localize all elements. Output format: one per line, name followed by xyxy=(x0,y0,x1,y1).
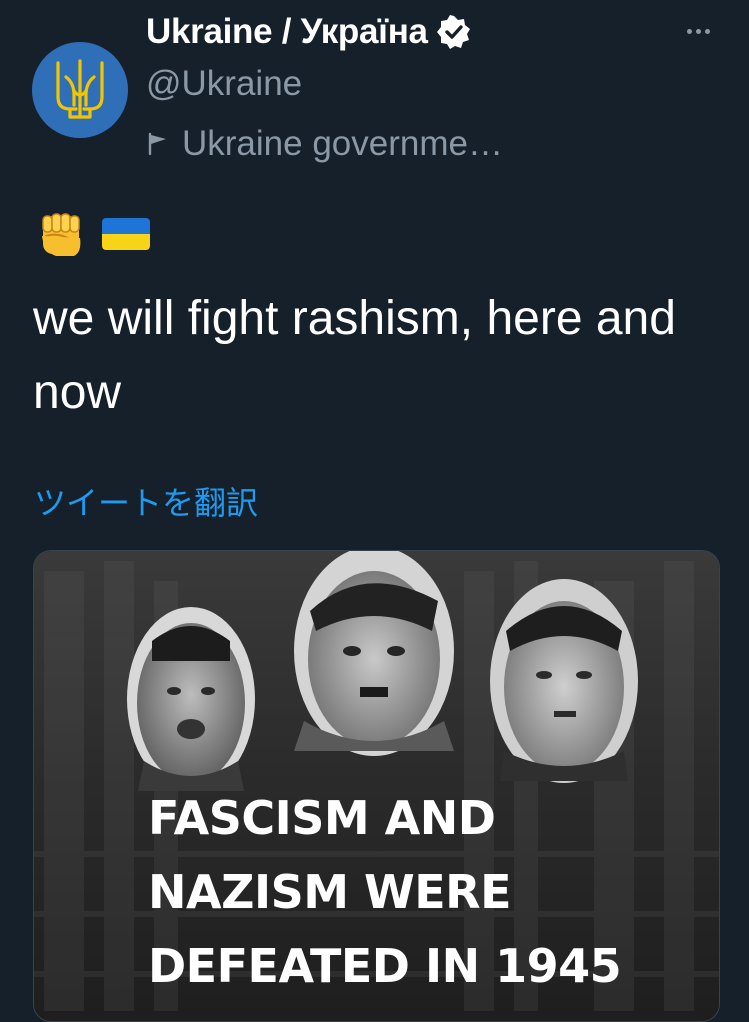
more-dot-icon xyxy=(695,28,701,34)
caption-line: FASCISM AND xyxy=(148,791,496,845)
tweet-text: we will fight rashism, here and now xyxy=(33,292,676,419)
government-account-label[interactable]: Ukraine governme… xyxy=(146,124,503,164)
tweet: Ukraine / Україна @Ukraine Ukraine gover… xyxy=(0,0,749,1022)
fist-emoji xyxy=(42,213,81,256)
avatar[interactable] xyxy=(32,42,128,138)
more-options-button[interactable] xyxy=(680,20,716,42)
translate-tweet-link[interactable]: ツイートを翻訳 xyxy=(34,478,258,524)
caption-line: DEFEATED IN 1945 xyxy=(148,939,622,993)
flag-blue-stripe xyxy=(102,218,150,234)
flag-yellow-stripe xyxy=(102,234,150,250)
more-dot-icon xyxy=(686,28,692,34)
trident-coat-of-arms-icon xyxy=(56,59,104,119)
flag-icon xyxy=(148,132,166,156)
emoji-row xyxy=(34,206,150,262)
government-label-text: Ukraine governme… xyxy=(182,124,503,163)
account-handle[interactable]: @Ukraine xyxy=(146,64,302,104)
ukraine-flag-emoji xyxy=(102,218,150,250)
display-name[interactable]: Ukraine / Україна xyxy=(146,12,428,52)
caption-line: NAZISM WERE xyxy=(148,865,512,919)
verified-badge-icon xyxy=(436,14,472,50)
tweet-media-image[interactable]: FASCISM AND NAZISM WERE DEFEATED IN 1945 xyxy=(33,550,720,1022)
media-caption: FASCISM AND NAZISM WERE DEFEATED IN 1945 xyxy=(148,781,622,1003)
more-dot-icon xyxy=(704,28,710,34)
display-name-row[interactable]: Ukraine / Україна xyxy=(146,12,472,52)
